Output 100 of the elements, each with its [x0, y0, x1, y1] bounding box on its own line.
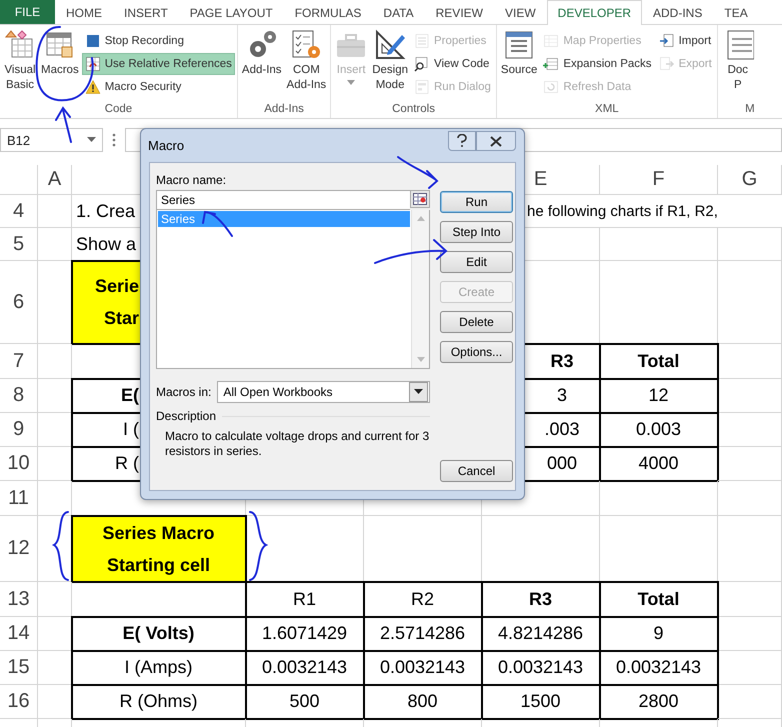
list-icon — [414, 33, 430, 49]
dialog-title: Macro — [148, 138, 184, 153]
caret-icon — [414, 389, 423, 395]
ribbon-button[interactable]: Macro Security — [82, 76, 235, 98]
row-header[interactable]: 13 — [0, 582, 38, 617]
empty-cell — [38, 481, 72, 516]
stop-icon — [84, 33, 101, 49]
table-plus-icon — [543, 56, 560, 72]
ribbon-button[interactable]: Add-Ins — [240, 27, 284, 103]
ribbon-button[interactable]: Source — [498, 27, 540, 103]
group-label: M — [744, 103, 756, 117]
table-cell: 0.003 — [600, 413, 718, 447]
ribbon-button[interactable]: Stop Recording — [82, 30, 235, 52]
row-header[interactable]: 9 — [0, 413, 38, 447]
table-cell: 0.0032143 — [482, 651, 600, 685]
group-label: Code — [104, 103, 134, 117]
column-header[interactable]: F — [600, 165, 718, 195]
column-header[interactable]: G — [718, 165, 782, 195]
row-header[interactable]: 10 — [0, 447, 38, 481]
table-cell: 4.8214286 — [482, 617, 600, 651]
empty-cell — [718, 413, 782, 447]
table-cell: 9 — [600, 617, 718, 651]
table-cell: R (Ohms) — [72, 685, 246, 719]
field-label: Macro name: — [156, 173, 228, 187]
macro-name-field[interactable]: Series — [156, 190, 410, 210]
scrollbar[interactable] — [411, 210, 429, 368]
group-label: Add-Ins — [263, 103, 305, 117]
ribbon-button[interactable]: Expansion Packs — [540, 53, 655, 75]
name-box[interactable]: B12 — [0, 128, 103, 152]
up-arrow-icon — [416, 216, 424, 221]
dialog-button[interactable]: Step Into — [440, 221, 513, 243]
ribbon-button[interactable]: View Code — [411, 53, 494, 75]
warning-icon — [84, 79, 101, 95]
ribbon-button[interactable]: Macros — [39, 27, 81, 103]
row-header[interactable]: 14 — [0, 617, 38, 651]
empty-cell — [718, 228, 782, 261]
table-cell: 1500 — [482, 685, 600, 719]
pen-brace — [249, 511, 267, 581]
ruler-pencil-icon — [374, 29, 406, 61]
close-icon — [490, 136, 502, 146]
row-header[interactable]: 11 — [0, 481, 38, 516]
empty-cell — [38, 344, 72, 379]
ribbon-button[interactable]: Design Mode — [370, 27, 410, 103]
help-icon — [456, 134, 468, 148]
empty-cell — [718, 582, 782, 617]
highlighted-cell: Series Macro Starting cell — [72, 516, 246, 582]
table-cell: 0.0032143 — [364, 651, 482, 685]
empty-cell — [718, 617, 782, 651]
refresh-icon — [543, 79, 560, 95]
empty-cell — [718, 379, 782, 413]
macros-in-dropdown[interactable]: All Open Workbooks — [217, 381, 430, 403]
caret-icon — [347, 80, 356, 86]
ribbon-button[interactable]: COM Add-Ins — [284, 27, 328, 103]
row-header[interactable]: 4 — [0, 195, 38, 228]
table-cell: 500 — [246, 685, 364, 719]
grip-icon — [111, 132, 117, 148]
down-arrow-icon — [416, 357, 424, 362]
empty-cell — [718, 651, 782, 685]
checklist-gear-icon — [290, 29, 322, 61]
form-icon — [414, 79, 430, 95]
help-button[interactable] — [448, 131, 476, 151]
ribbon-button[interactable]: Use Relative References — [82, 53, 235, 75]
empty-cell — [38, 582, 72, 617]
cancel-button[interactable]: Cancel — [440, 460, 513, 482]
column-header[interactable]: A — [38, 165, 72, 195]
table-cell: 800 — [364, 685, 482, 719]
table-header-cell: Total — [600, 582, 718, 617]
row-header[interactable]: 16 — [0, 685, 38, 719]
row-header[interactable]: 5 — [0, 228, 38, 261]
row-header[interactable]: 8 — [0, 379, 38, 413]
picker-button[interactable] — [410, 190, 430, 208]
empty-cell — [718, 344, 782, 379]
table-icon — [543, 33, 560, 49]
dialog-button[interactable]: Run — [440, 191, 513, 213]
row-header[interactable]: 12 — [0, 516, 38, 582]
dialog-button[interactable]: Delete — [440, 311, 513, 333]
file-tab[interactable]: FILE — [0, 0, 55, 24]
pen-brace — [53, 511, 69, 581]
empty-cell — [718, 516, 782, 582]
row-header[interactable]: 7 — [0, 344, 38, 379]
table-header-cell: R3 — [482, 582, 600, 617]
ribbon-button[interactable]: Doc P — [720, 27, 756, 103]
import-icon — [658, 33, 675, 49]
table-cell: I (Amps) — [72, 651, 246, 685]
empty-cell — [718, 481, 782, 516]
pen-arrow — [397, 156, 438, 189]
dialog-button[interactable]: Options... — [440, 341, 513, 363]
ribbon-button[interactable]: Visual Basic — [2, 27, 38, 103]
ribbon-button[interactable]: Import — [656, 30, 715, 52]
row-header[interactable]: 6 — [0, 261, 38, 344]
dialog-button[interactable]: Edit — [440, 251, 513, 273]
field-label: Macros in: — [156, 385, 212, 399]
empty-cell — [718, 685, 782, 719]
table-cell: 12 — [600, 379, 718, 413]
close-button[interactable] — [476, 131, 516, 151]
ribbon-tab[interactable]: DEVELOPER — [546, 0, 642, 25]
table-cell: 2800 — [600, 685, 718, 719]
group-label: XML — [594, 103, 620, 117]
row-header[interactable]: 15 — [0, 651, 38, 685]
table-header-cell: Total — [600, 344, 718, 379]
